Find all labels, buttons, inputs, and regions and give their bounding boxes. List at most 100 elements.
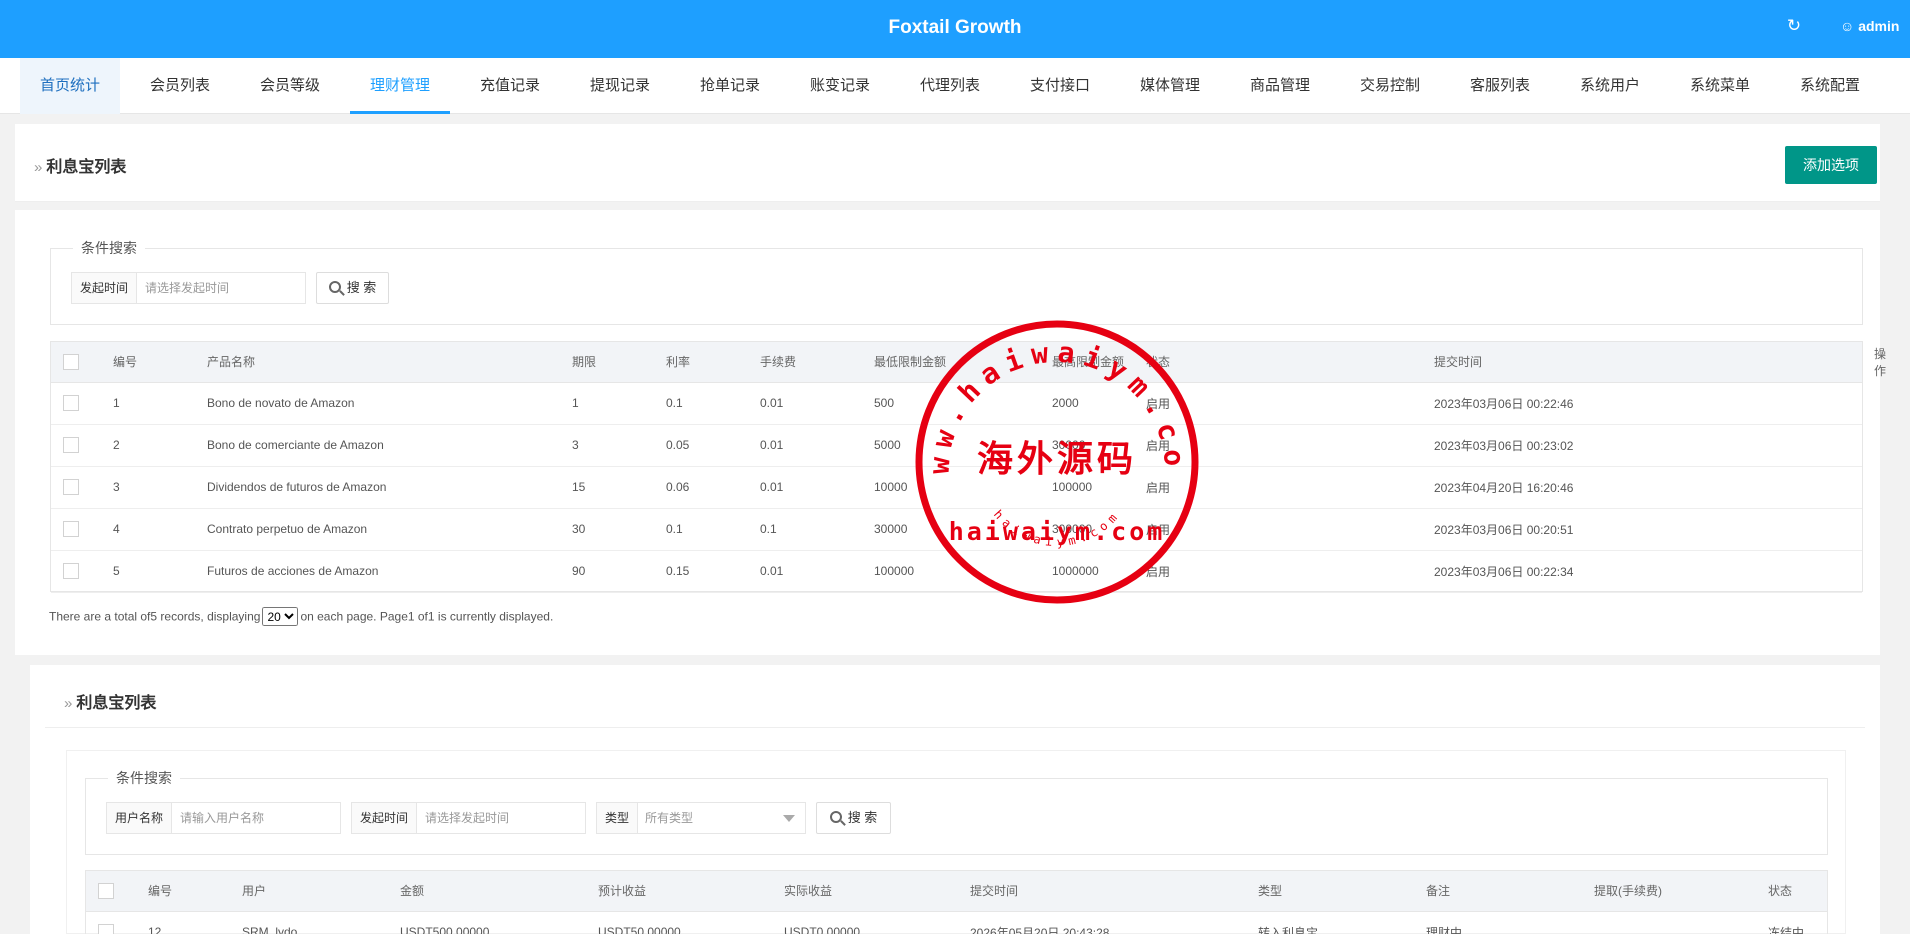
start-time-field[interactable]: 发起时间 请选择发起时间 <box>71 272 306 304</box>
username-label: 用户名称 <box>107 803 173 833</box>
row-checkbox[interactable] <box>63 395 79 411</box>
tab-system-menu[interactable]: 系统菜单 <box>1670 58 1770 114</box>
username-input[interactable]: 请输入用户名称 <box>180 803 264 833</box>
col-header: 编号 <box>136 871 230 912</box>
start-time-input-2[interactable]: 请选择发起时间 <box>425 803 509 833</box>
select-all-checkbox[interactable] <box>98 882 114 899</box>
cell-name: Contrato perpetuo de Amazon <box>195 508 560 551</box>
col-header: 提交时间 <box>1422 342 1862 383</box>
pagination: There are a total of5 records, displayin… <box>49 607 553 626</box>
cell-fee: 0.01 <box>748 424 862 467</box>
cell-time: 2023年03月06日 00:20:51 <box>1422 508 1862 551</box>
tab-orders[interactable]: 抢单记录 <box>680 58 780 114</box>
col-header: 类型 <box>1246 871 1414 912</box>
chevron-down-icon <box>783 815 795 822</box>
tab-trade-control[interactable]: 交易控制 <box>1340 58 1440 114</box>
cell-actual: USDT0.00000 <box>772 911 958 934</box>
cell-type: 转入利息宝 <box>1246 911 1414 934</box>
pager-prefix: There are a total of5 records, displayin… <box>49 609 261 624</box>
tab-media[interactable]: 媒体管理 <box>1120 58 1220 114</box>
username-field[interactable]: 用户名称 请输入用户名称 <box>106 802 341 834</box>
divider <box>45 727 1865 728</box>
tab-system-config[interactable]: 系统配置 <box>1780 58 1880 114</box>
start-time-field-2[interactable]: 发起时间 请选择发起时间 <box>351 802 586 834</box>
cell-fee: 0.01 <box>748 550 862 593</box>
record-table: 编号 用户 金额 预计收益 实际收益 提交时间 类型 备注 提取(手续费) 状态… <box>86 871 1827 934</box>
user-menu[interactable]: ☺ admin <box>1840 18 1910 34</box>
user-name: admin <box>1858 18 1900 34</box>
search-button-2[interactable]: 搜 索 <box>816 802 891 834</box>
tab-recharge[interactable]: 充值记录 <box>460 58 560 114</box>
per-page-select[interactable]: 20 <box>262 607 299 626</box>
col-header: 备注 <box>1414 871 1582 912</box>
tab-system-users[interactable]: 系统用户 <box>1560 58 1660 114</box>
tab-member-list[interactable]: 会员列表 <box>130 58 230 114</box>
tab-finance[interactable]: 理财管理 <box>350 58 450 114</box>
col-header: 提取(手续费) <box>1582 871 1756 912</box>
tab-balance-log[interactable]: 账变记录 <box>790 58 890 114</box>
row-checkbox[interactable] <box>63 563 79 579</box>
tab-service[interactable]: 客服列表 <box>1450 58 1550 114</box>
cell-amount: USDT500.00000 <box>388 911 586 934</box>
row-checkbox[interactable] <box>63 521 79 537</box>
row-checkbox[interactable] <box>98 924 114 934</box>
pager-suffix: on each page. Page1 of1 is currently dis… <box>300 609 554 624</box>
stamp-center-text: 海外源码 <box>977 438 1137 480</box>
search-button[interactable]: 搜 索 <box>316 272 389 304</box>
tab-goods[interactable]: 商品管理 <box>1230 58 1330 114</box>
cell-user: SRM_lydo <box>230 911 388 934</box>
search-icon <box>829 811 842 823</box>
section2-title: » 利息宝列表 <box>64 695 157 712</box>
section-header <box>15 124 1880 202</box>
search-legend-2: 条件搜索 <box>116 770 172 786</box>
app-title: Foxtail Growth <box>888 17 1022 38</box>
cell-id: 4 <box>101 508 195 551</box>
col-header: 金额 <box>388 871 586 912</box>
type-value: 所有类型 <box>645 811 694 825</box>
col-header: 产品名称 <box>195 342 560 383</box>
row-checkbox[interactable] <box>63 479 79 495</box>
cell-id: 5 <box>101 550 195 593</box>
cell-expected: USDT50.00000 <box>586 911 772 934</box>
col-header: 利率 <box>654 342 748 383</box>
start-time-label-2: 发起时间 <box>352 803 418 833</box>
tab-member-level[interactable]: 会员等级 <box>240 58 340 114</box>
col-header: 预计收益 <box>586 871 772 912</box>
double-chevron-icon: » <box>64 695 73 712</box>
tab-home-stats[interactable]: 首页统计 <box>20 58 120 114</box>
cell-time: 2023年03月06日 00:22:34 <box>1422 550 1862 593</box>
type-select[interactable]: 类型 所有类型 <box>596 802 806 834</box>
cell-name: Futuros de acciones de Amazon <box>195 550 560 593</box>
tab-payment[interactable]: 支付接口 <box>1010 58 1110 114</box>
table-header-row: 编号 用户 金额 预计收益 实际收益 提交时间 类型 备注 提取(手续费) 状态 <box>86 871 1827 912</box>
search-panel-2: 条件搜索 <box>85 768 1828 855</box>
cell-rate: 0.1 <box>654 382 748 425</box>
cell-term: 90 <box>560 550 654 593</box>
start-time-label: 发起时间 <box>72 273 138 303</box>
cell-status: 冻结中 <box>1756 911 1827 934</box>
search-legend: 条件搜索 <box>81 240 137 256</box>
cell-time: 2023年03月06日 00:22:46 <box>1422 382 1862 425</box>
user-icon: ☺ <box>1840 18 1855 34</box>
select-all-checkbox[interactable] <box>63 353 79 370</box>
col-header: 提交时间 <box>958 871 1246 912</box>
cell-term: 30 <box>560 508 654 551</box>
cell-term: 3 <box>560 424 654 467</box>
cell-withdraw <box>1582 911 1756 934</box>
row-checkbox[interactable] <box>63 437 79 453</box>
cell-term: 15 <box>560 466 654 509</box>
cell-name: Bono de comerciante de Amazon <box>195 424 560 467</box>
start-time-input[interactable]: 请选择发起时间 <box>145 273 229 303</box>
cell-id: 2 <box>101 424 195 467</box>
search-icon <box>328 281 341 293</box>
col-header: 期限 <box>560 342 654 383</box>
col-header: 编号 <box>101 342 195 383</box>
add-option-button[interactable]: 添加选项 <box>1785 146 1877 184</box>
cell-name: Dividendos de futuros de Amazon <box>195 466 560 509</box>
refresh-icon[interactable]: ↻ <box>1785 17 1803 35</box>
tab-agents[interactable]: 代理列表 <box>900 58 1000 114</box>
cell-rate: 0.05 <box>654 424 748 467</box>
cell-rate: 0.15 <box>654 550 748 593</box>
page-title: » 利息宝列表 <box>34 159 127 176</box>
tab-withdraw[interactable]: 提现记录 <box>570 58 670 114</box>
